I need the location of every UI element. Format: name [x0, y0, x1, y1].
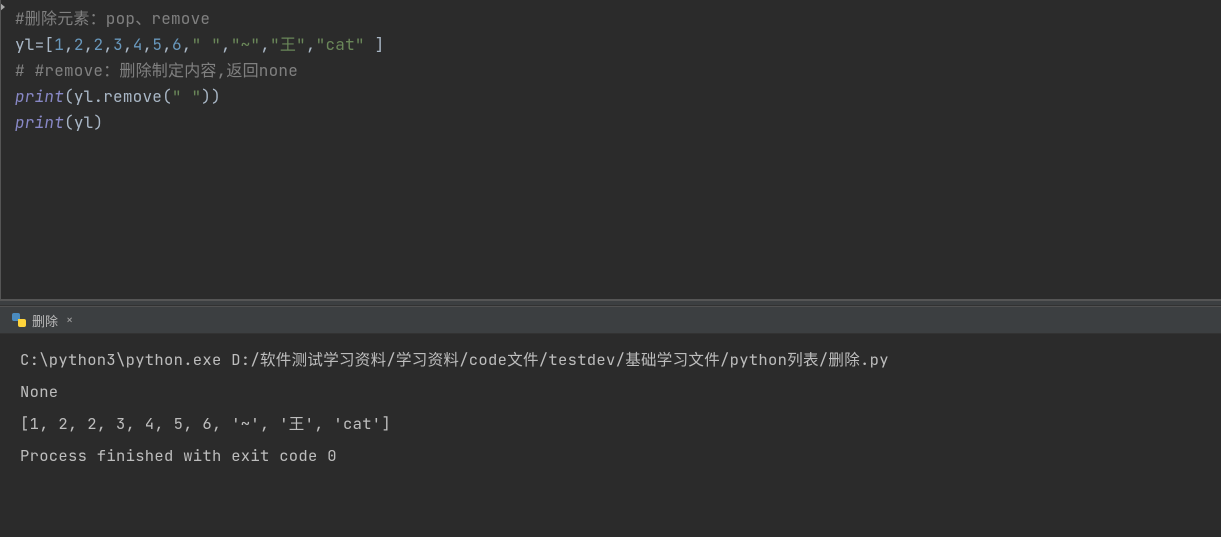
comma: ,	[84, 34, 94, 55]
string: "cat"	[316, 34, 365, 55]
code-line[interactable]: print(yl.remove(" "))	[1, 84, 1221, 110]
number: 3	[113, 34, 123, 55]
run-tab-title: 删除	[32, 311, 58, 330]
run-tool-tabbar: 删除 ×	[0, 306, 1221, 334]
comma: ,	[64, 34, 74, 55]
paren: )	[211, 86, 221, 107]
console-command-line: C:\python3\python.exe D:/软件测试学习资料/学习资料/c…	[20, 344, 1201, 376]
comma: ,	[306, 34, 316, 55]
paren: (	[64, 112, 74, 133]
operator: =	[35, 34, 45, 55]
paren: (	[64, 86, 74, 107]
code-line[interactable]: #删除元素：pop、remove	[1, 6, 1221, 32]
console-output-line: None	[20, 376, 1201, 408]
run-tab[interactable]: 删除 ×	[6, 309, 81, 332]
console-output-line: [1, 2, 2, 3, 4, 5, 6, '~', '王', 'cat']	[20, 408, 1201, 440]
comma: ,	[182, 34, 192, 55]
paren: (	[162, 86, 172, 107]
comment-text: # #remove：删除制定内容,返回none	[15, 60, 298, 81]
comma: ,	[260, 34, 270, 55]
number: 2	[93, 34, 103, 55]
number: 1	[54, 34, 64, 55]
code-line[interactable]: print(yl)	[1, 110, 1221, 136]
code-line[interactable]: # #remove：删除制定内容,返回none	[1, 58, 1221, 84]
identifier: yl	[15, 34, 35, 55]
code-line[interactable]: yl=[1,2,2,3,4,5,6," ","~","王","cat" ]	[1, 32, 1221, 58]
gutter-run-marker-icon[interactable]	[1, 0, 11, 14]
string: "~"	[231, 34, 260, 55]
python-file-icon	[12, 313, 26, 327]
close-tab-icon[interactable]: ×	[64, 312, 75, 328]
string: " "	[192, 34, 221, 55]
bracket: ]	[375, 34, 385, 55]
string: " "	[172, 86, 201, 107]
comma: ,	[123, 34, 133, 55]
comment-text: #删除元素：pop、remove	[15, 8, 210, 29]
space	[365, 34, 375, 55]
number: 4	[133, 34, 143, 55]
code-editor[interactable]: #删除元素：pop、remove yl=[1,2,2,3,4,5,6," ","…	[0, 0, 1221, 300]
number: 6	[172, 34, 182, 55]
dot: .	[93, 86, 103, 107]
number: 5	[152, 34, 162, 55]
builtin: print	[15, 86, 64, 107]
run-console[interactable]: C:\python3\python.exe D:/软件测试学习资料/学习资料/c…	[0, 334, 1221, 537]
comma: ,	[221, 34, 231, 55]
method: remove	[103, 86, 162, 107]
comma: ,	[162, 34, 172, 55]
console-exit-line: Process finished with exit code 0	[20, 440, 1201, 472]
string: "王"	[270, 34, 306, 55]
paren: )	[93, 112, 103, 133]
identifier: yl	[74, 86, 94, 107]
number: 2	[74, 34, 84, 55]
bracket: [	[44, 34, 54, 55]
identifier: yl	[74, 112, 94, 133]
comma: ,	[143, 34, 153, 55]
paren: )	[201, 86, 211, 107]
comma: ,	[103, 34, 113, 55]
builtin: print	[15, 112, 64, 133]
